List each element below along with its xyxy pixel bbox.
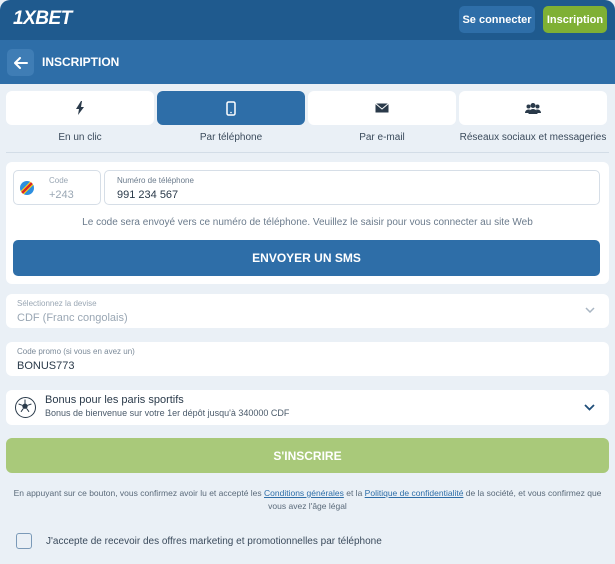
privacy-link[interactable]: Politique de confidentialité	[365, 488, 464, 498]
country-code-selector[interactable]: Code +243	[13, 170, 101, 205]
code-label: Code	[49, 176, 69, 185]
tab-email[interactable]	[308, 91, 456, 125]
bonus-subtitle: Bonus de bienvenue sur votre 1er dépôt j…	[45, 408, 290, 418]
terms-link[interactable]: Conditions générales	[264, 488, 344, 498]
currency-label: Sélectionnez la devise	[17, 299, 97, 308]
users-icon	[525, 103, 541, 114]
tab-phone[interactable]	[157, 91, 305, 125]
chevron-down-icon	[584, 404, 595, 411]
send-sms-button[interactable]: ENVOYER UN SMS	[13, 240, 600, 276]
login-button[interactable]: Se connecter	[459, 6, 535, 33]
promo-label: Code promo (si vous en avez un)	[17, 347, 135, 356]
phone-input[interactable]: Numéro de téléphone 991 234 567	[104, 170, 600, 205]
phone-icon	[226, 100, 236, 116]
tab-label-email[interactable]: Par e-mail	[307, 132, 457, 143]
phone-value[interactable]: 991 234 567	[117, 189, 178, 201]
lightning-icon	[76, 101, 84, 115]
registration-tabs	[6, 91, 609, 125]
soccer-ball-icon	[15, 397, 36, 418]
page-title: INSCRIPTION	[42, 55, 120, 69]
flag-icon	[20, 181, 34, 195]
page-header: INSCRIPTION	[0, 40, 615, 84]
code-value: +243	[49, 189, 74, 201]
promo-value[interactable]: BONUS773	[17, 360, 74, 372]
logo[interactable]: 1XBET	[13, 8, 72, 30]
bonus-select[interactable]: Bonus pour les paris sportifs Bonus de b…	[6, 390, 609, 425]
marketing-checkbox[interactable]	[16, 533, 32, 549]
currency-select[interactable]: Sélectionnez la devise CDF (Franc congol…	[6, 294, 609, 328]
tab-label-social[interactable]: Réseaux sociaux et messageries	[458, 132, 608, 143]
chevron-down-icon	[585, 307, 595, 313]
logo-prefix: 1X	[13, 8, 36, 29]
register-button[interactable]: Inscription	[543, 6, 607, 33]
bonus-title: Bonus pour les paris sportifs	[45, 394, 184, 406]
phone-form-card: Code +243 Numéro de téléphone 991 234 56…	[6, 162, 609, 284]
tab-label-one-click[interactable]: En un clic	[5, 132, 155, 143]
phone-label: Numéro de téléphone	[117, 176, 194, 185]
tab-divider	[6, 152, 609, 153]
currency-value: CDF (Franc congolais)	[17, 312, 128, 324]
back-button[interactable]	[7, 49, 34, 76]
top-bar: 1XBET Se connecter Inscription	[0, 0, 615, 40]
envelope-icon	[375, 103, 389, 113]
promo-code-input[interactable]: Code promo (si vous en avez un) BONUS773	[6, 342, 609, 376]
tab-label-phone[interactable]: Par téléphone	[156, 132, 306, 143]
legal-text: En appuyant sur ce bouton, vous confirme…	[13, 488, 602, 511]
tab-social[interactable]	[459, 91, 607, 125]
signup-button[interactable]: S'INSCRIRE	[6, 438, 609, 473]
marketing-checkbox-label[interactable]: J'accepte de recevoir des offres marketi…	[46, 536, 382, 547]
logo-suffix: BET	[35, 8, 72, 29]
arrow-left-icon	[13, 56, 28, 69]
tab-one-click[interactable]	[6, 91, 154, 125]
sms-hint: Le code sera envoyé vers ce numéro de té…	[82, 217, 533, 228]
